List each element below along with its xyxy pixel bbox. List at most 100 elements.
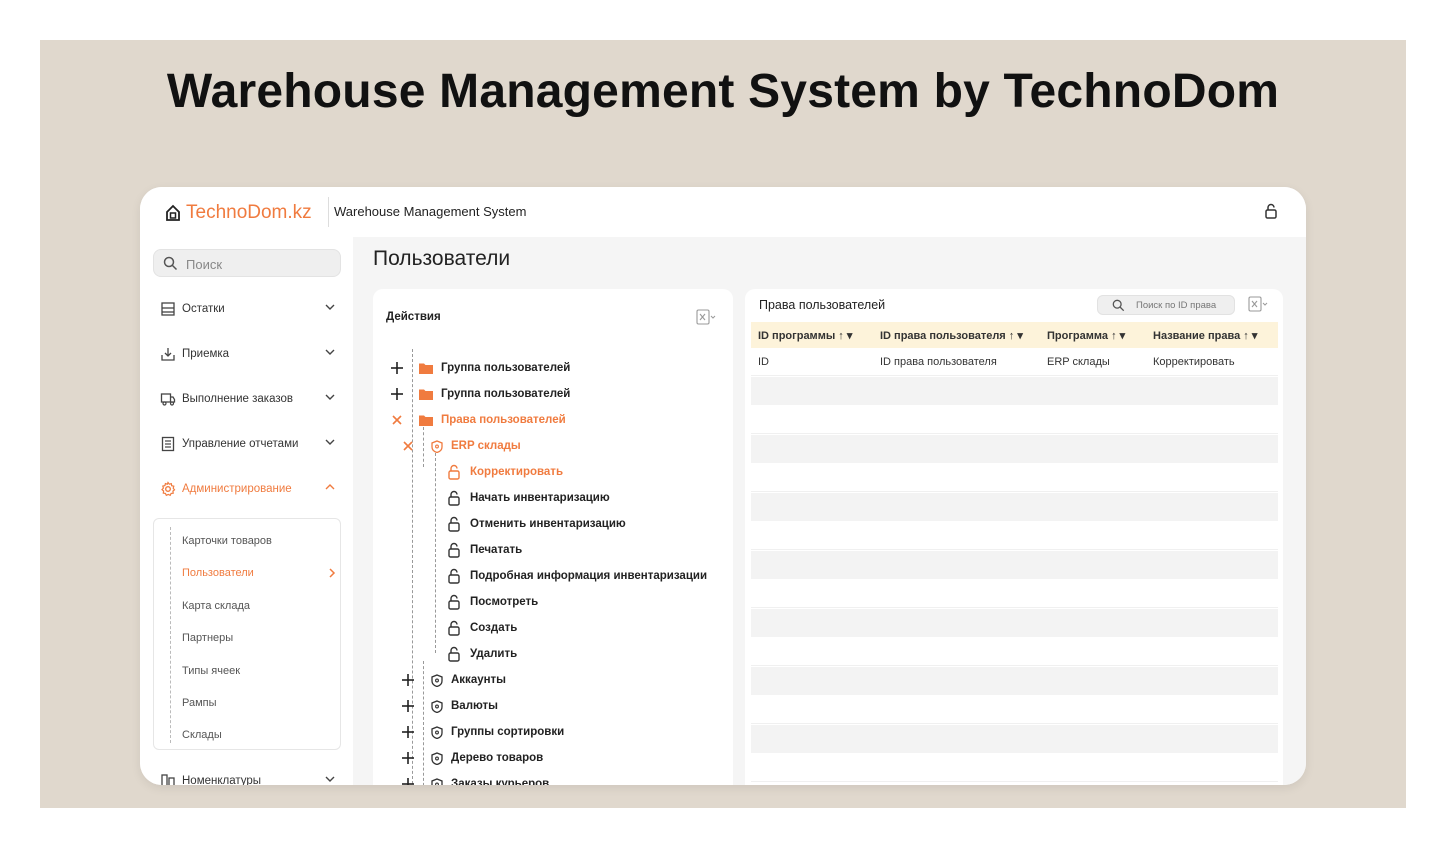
tree-node-label: Удалить bbox=[470, 648, 518, 660]
sidebar-item-stock[interactable]: Остатки bbox=[160, 299, 335, 319]
tree-guide-line bbox=[423, 661, 424, 785]
tree-node[interactable]: Дерево товаров bbox=[431, 749, 543, 767]
tree-node[interactable]: Права пользователей bbox=[419, 411, 566, 429]
table-header: ID программы ↑ ▾ ID права пользователя ↑… bbox=[751, 322, 1278, 348]
tree-node-label: Группы сортировки bbox=[451, 726, 565, 738]
tree-node-label: Отменить инвентаризацию bbox=[470, 518, 626, 530]
excel-export-icon[interactable] bbox=[1247, 295, 1269, 313]
search-input[interactable]: Поиск bbox=[153, 249, 341, 277]
folder-icon bbox=[419, 363, 433, 374]
empty-table-row bbox=[751, 609, 1278, 637]
tree-node[interactable]: Печатать bbox=[447, 541, 522, 559]
tree-node[interactable]: Посмотреть bbox=[447, 593, 538, 611]
sidebar-item-receiving[interactable]: Приемка bbox=[160, 344, 335, 364]
sidebar-item-administration[interactable]: Администрирование bbox=[160, 479, 335, 499]
search-icon bbox=[1112, 299, 1125, 312]
lock-icon bbox=[448, 490, 460, 506]
tree-guide-line bbox=[423, 427, 424, 467]
empty-table-row bbox=[751, 464, 1278, 492]
shield-icon bbox=[431, 725, 443, 739]
column-header-program[interactable]: Программа ↑ ▾ bbox=[1047, 329, 1125, 342]
tree-node[interactable]: ERP склады bbox=[431, 437, 521, 455]
expand-icon[interactable] bbox=[391, 362, 403, 374]
tree-node[interactable]: Подробная информация инвентаризации bbox=[447, 567, 707, 585]
submenu-item-cell-types[interactable]: Типы ячеек bbox=[182, 665, 332, 677]
tree-node-label: Начать инвентаризацию bbox=[470, 492, 610, 504]
expand-icon[interactable] bbox=[402, 726, 414, 738]
sidebar-item-label: Приемка bbox=[182, 348, 230, 360]
lock-icon bbox=[448, 568, 460, 584]
sidebar-item-label: Остатки bbox=[182, 303, 225, 315]
main-content: Пользователи Действия Группа пользовател… bbox=[353, 237, 1306, 785]
shield-icon bbox=[431, 699, 443, 713]
tree-node[interactable]: Валюты bbox=[431, 697, 498, 715]
collapse-icon[interactable] bbox=[391, 414, 403, 426]
empty-table-row bbox=[751, 493, 1278, 521]
tree-node[interactable]: Удалить bbox=[447, 645, 517, 663]
top-bar: TechnoDom .kz Warehouse Management System bbox=[140, 187, 1306, 237]
submenu-item-partners[interactable]: Партнеры bbox=[182, 632, 332, 644]
expand-icon[interactable] bbox=[402, 778, 414, 785]
empty-table-row bbox=[751, 435, 1278, 463]
table-cell: ERP склады bbox=[1047, 356, 1110, 368]
lock-icon bbox=[448, 646, 460, 662]
column-header-program-id[interactable]: ID программы ↑ ▾ bbox=[758, 329, 852, 342]
logo[interactable]: TechnoDom .kz bbox=[164, 202, 312, 224]
gear-icon bbox=[161, 481, 176, 497]
search-placeholder: Поиск bbox=[186, 257, 223, 272]
empty-table-row bbox=[751, 696, 1278, 724]
tree-guide-line bbox=[435, 453, 436, 653]
submenu-guide-line bbox=[170, 527, 171, 743]
tree-node-label: Валюты bbox=[451, 700, 498, 712]
submenu-item-users[interactable]: Пользователи bbox=[182, 567, 336, 579]
truck-icon bbox=[160, 393, 176, 406]
tree-node-label: Дерево товаров bbox=[451, 752, 544, 764]
rights-search-input[interactable]: Поиск по ID права bbox=[1097, 295, 1235, 315]
tree-node[interactable]: Аккаунты bbox=[431, 671, 506, 689]
tree-node-label: Группа пользователей bbox=[441, 388, 571, 400]
expand-icon[interactable] bbox=[402, 752, 414, 764]
tree-node[interactable]: Создать bbox=[447, 619, 517, 637]
tree-node[interactable]: Начать инвентаризацию bbox=[447, 489, 610, 507]
sidebar-item-reports[interactable]: Управление отчетами bbox=[160, 434, 335, 454]
hero-title: Warehouse Management System by TechnoDom bbox=[166, 65, 1280, 118]
column-header-right-name[interactable]: Название права ↑ ▾ bbox=[1153, 329, 1257, 342]
excel-export-icon[interactable] bbox=[695, 308, 717, 326]
sidebar-item-orders[interactable]: Выполнение заказов bbox=[160, 389, 335, 409]
submenu-item-warehouse-map[interactable]: Карта склада bbox=[182, 600, 332, 612]
submenu-item-warehouses[interactable]: Склады bbox=[182, 729, 332, 741]
report-icon bbox=[161, 436, 175, 452]
shield-icon bbox=[431, 751, 443, 765]
shield-icon bbox=[431, 673, 443, 687]
tree-node[interactable]: Группы сортировки bbox=[431, 723, 564, 741]
sidebar-item-nomenclature[interactable]: Номенклатуры bbox=[160, 771, 335, 785]
collapse-icon[interactable] bbox=[402, 440, 414, 452]
catalog-icon bbox=[161, 774, 175, 785]
tree-node[interactable]: Группа пользователей bbox=[419, 359, 570, 377]
house-logo-icon bbox=[166, 204, 180, 221]
tree-node[interactable]: Отменить инвентаризацию bbox=[447, 515, 626, 533]
tree-node-label: Корректировать bbox=[470, 466, 564, 478]
expand-icon[interactable] bbox=[402, 700, 414, 712]
table-row[interactable]: ID ID права пользователя ERP склады Корр… bbox=[751, 348, 1278, 376]
expand-icon[interactable] bbox=[391, 388, 403, 400]
tree-node[interactable]: Корректировать bbox=[447, 463, 563, 481]
tree-guide-line bbox=[412, 349, 413, 785]
submenu-item-product-cards[interactable]: Карточки товаров bbox=[182, 535, 332, 547]
search-icon bbox=[163, 256, 178, 271]
table-cell: ID bbox=[758, 356, 769, 368]
column-header-right-id[interactable]: ID права пользователя ↑ ▾ bbox=[880, 329, 1023, 342]
lock-icon[interactable] bbox=[1262, 202, 1280, 220]
tree-node[interactable]: Заказы курьеров bbox=[431, 775, 549, 785]
lock-icon bbox=[448, 620, 460, 636]
sidebar-item-label: Управление отчетами bbox=[182, 438, 299, 450]
tree-node-label: Аккаунты bbox=[451, 674, 507, 686]
expand-icon[interactable] bbox=[402, 674, 414, 686]
tree-node[interactable]: Группа пользователей bbox=[419, 385, 570, 403]
actions-panel-title: Действия bbox=[386, 311, 441, 323]
administration-submenu: Карточки товаров Пользователи Карта скла… bbox=[153, 518, 341, 750]
chevron-down-icon bbox=[325, 304, 335, 310]
empty-table-row bbox=[751, 725, 1278, 753]
submenu-item-ramps[interactable]: Рампы bbox=[182, 697, 332, 709]
shelf-icon bbox=[161, 302, 175, 316]
